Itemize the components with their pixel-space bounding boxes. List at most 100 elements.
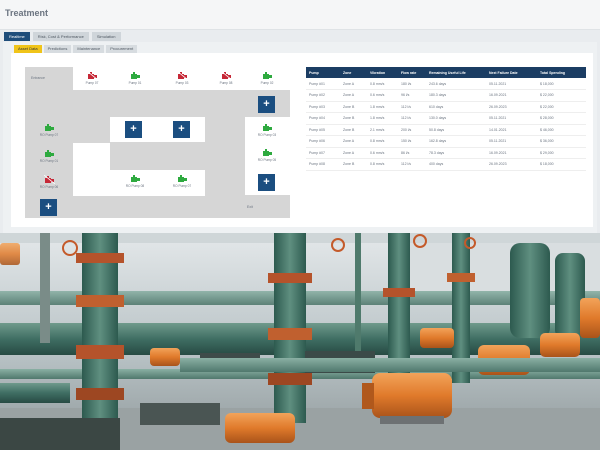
pump-label: Pump 03	[175, 81, 189, 85]
table-cell: 150 l/s	[398, 135, 426, 148]
table-cell: 0.6 mm/s	[367, 147, 398, 159]
table-cell: $ 36,000	[537, 135, 586, 148]
table-cell: 180.3 days	[426, 89, 486, 102]
table-cell: $ 46,000	[537, 124, 586, 136]
column-header[interactable]: Next Failure Date	[486, 67, 537, 78]
tab-simulation[interactable]: Simulation	[91, 32, 121, 41]
add-pump-button[interactable]: +	[258, 174, 275, 191]
table-cell: Pump #08	[306, 158, 340, 171]
pump-label: RO Pump 06	[39, 185, 59, 189]
fault-pump-icon	[44, 175, 55, 184]
table-row[interactable]: Pump #03 Zone B 1.8 mm/s 112 l/s 610 days 26.…	[306, 101, 586, 113]
app-title: Treatment	[5, 8, 49, 18]
add-pump-button[interactable]: +	[258, 96, 275, 113]
column-header[interactable]: Total Spending	[537, 67, 586, 78]
ro-pump-06[interactable]: RO Pump 06	[37, 174, 61, 190]
table-cell: $ 22,000	[537, 101, 586, 113]
tab-realtime[interactable]: Realtime	[4, 32, 30, 41]
add-pump-button[interactable]: +	[173, 121, 190, 138]
pump-label: RO Pump 08	[125, 184, 145, 188]
column-header[interactable]: Remaining Useful Life	[426, 67, 486, 78]
table-cell: 112 l/s	[398, 158, 426, 171]
ro-pump-05[interactable]: RO Pump 05	[255, 147, 279, 163]
table-cell: 112 l/s	[398, 101, 426, 113]
column-header[interactable]: Vibration	[367, 67, 398, 78]
table-cell: $ 18,000	[537, 158, 586, 171]
table-cell: Zone B	[340, 158, 367, 171]
pump-02[interactable]: Pump 02	[255, 70, 279, 86]
table-cell: Pump #02	[306, 89, 340, 102]
table-cell: 400 days	[426, 158, 486, 171]
pump-07[interactable]: Pump 07	[80, 70, 104, 86]
pump-label: Pump 07	[85, 81, 99, 85]
ok-pump-icon	[131, 72, 140, 79]
ro-pump-07[interactable]: RO Pump 07	[37, 122, 61, 138]
table-row[interactable]: Pump #05 Zone B 2.1 mm/s 200 l/s 50.8 days 14…	[306, 124, 586, 136]
table-cell: 86 l/s	[398, 147, 426, 159]
subtab-maintenance[interactable]: Maintenance	[73, 45, 105, 53]
entrance-label: Entrance	[31, 76, 46, 80]
subtab-asset-data[interactable]: Asset Data	[14, 45, 42, 53]
table-cell: 50.8 days	[426, 124, 486, 136]
table-cell: Zone A	[340, 147, 367, 159]
pump-room-photo	[0, 233, 600, 450]
table-row[interactable]: Pump #06 Zone A 0.8 mm/s 150 l/s 162.8 days 0…	[306, 135, 586, 148]
pump-03[interactable]: Pump 03	[170, 70, 194, 86]
column-header[interactable]: Flow rate	[398, 67, 426, 78]
tab-risk-cost-performance[interactable]: Risk, Cost & Performance	[32, 32, 89, 41]
pump-01[interactable]: Pump 01	[123, 70, 147, 86]
table-cell: 610 days	[426, 101, 486, 113]
table-cell: 0.8 mm/s	[367, 135, 398, 148]
exit-label: Exit	[247, 205, 253, 209]
pump-label: RO Pump 03	[257, 133, 277, 137]
ro-pump-01[interactable]: RO Pump 01	[37, 148, 61, 164]
pump-table: Pump Zone Vibration Flow rate Remaining …	[306, 67, 586, 171]
table-cell: $ 22,000	[537, 89, 586, 102]
table-cell: $ 28,000	[537, 112, 586, 125]
ro-pump-03[interactable]: RO Pump 03	[255, 122, 279, 138]
table-cell: Zone B	[340, 124, 367, 136]
ro-pump-08[interactable]: RO Pump 08	[123, 173, 147, 189]
subtab-procurement[interactable]: Procurement	[106, 45, 138, 53]
table-cell: Zone A	[340, 78, 367, 90]
ok-pump-icon	[263, 124, 272, 131]
ok-pump-icon	[263, 72, 272, 79]
fault-pump-icon	[177, 71, 188, 80]
table-cell: 1.8 mm/s	[367, 101, 398, 113]
fault-pump-icon	[221, 71, 232, 80]
table-cell: 78.3 days	[426, 147, 486, 159]
table-row[interactable]: Pump #07 Zone A 0.6 mm/s 86 l/s 78.3 days 16.…	[306, 147, 586, 159]
table-cell: 96 l/s	[398, 89, 426, 102]
table-cell: 0.8 mm/s	[367, 78, 398, 90]
pump-label: Pump 01	[128, 81, 142, 85]
add-pump-button[interactable]: +	[125, 121, 142, 138]
table-header-row: Pump Zone Vibration Flow rate Remaining …	[306, 67, 586, 78]
ok-pump-icon	[263, 149, 272, 156]
table-cell: Zone B	[340, 101, 367, 113]
table-cell: 26.09.2023	[486, 101, 537, 113]
table-row[interactable]: Pump #04 Zone B 1.8 mm/s 112 l/s 130.0 days 0…	[306, 112, 586, 125]
add-pump-button[interactable]: +	[40, 199, 57, 216]
table-row[interactable]: Pump #08 Zone B 0.8 mm/s 112 l/s 400 days 26.…	[306, 158, 586, 171]
ok-pump-icon	[45, 124, 54, 131]
subtab-predictions[interactable]: Predictions	[43, 45, 72, 53]
pump-label: RO Pump 05	[257, 158, 277, 162]
table-row[interactable]: Pump #02 Zone A 0.6 mm/s 96 l/s 180.3 days 16…	[306, 89, 586, 102]
table-cell: 16.09.2021	[486, 147, 537, 159]
table-cell: Pump #07	[306, 147, 340, 159]
table-cell: 112 l/s	[398, 112, 426, 125]
column-header[interactable]: Pump	[306, 67, 340, 78]
top-bar: Treatment	[0, 0, 600, 30]
pump-label: RO Pump 01	[39, 159, 59, 163]
pump-label: Pump 08	[219, 81, 233, 85]
pump-08[interactable]: Pump 08	[214, 70, 238, 86]
table-cell: 0.8 mm/s	[367, 158, 398, 171]
column-header[interactable]: Zone	[340, 67, 367, 78]
table-cell: Pump #05	[306, 124, 340, 136]
pump-label: Pump 02	[260, 81, 274, 85]
ok-pump-icon	[178, 175, 187, 182]
table-cell: $ 18,000	[537, 78, 586, 90]
main-tabs: Realtime Risk, Cost & Performance Simula…	[4, 32, 121, 41]
table-row[interactable]: Pump #01 Zone A 0.8 mm/s 180 l/s 243.6 days 0…	[306, 78, 586, 90]
ro-pump-07-center[interactable]: RO Pump 07	[170, 173, 194, 189]
